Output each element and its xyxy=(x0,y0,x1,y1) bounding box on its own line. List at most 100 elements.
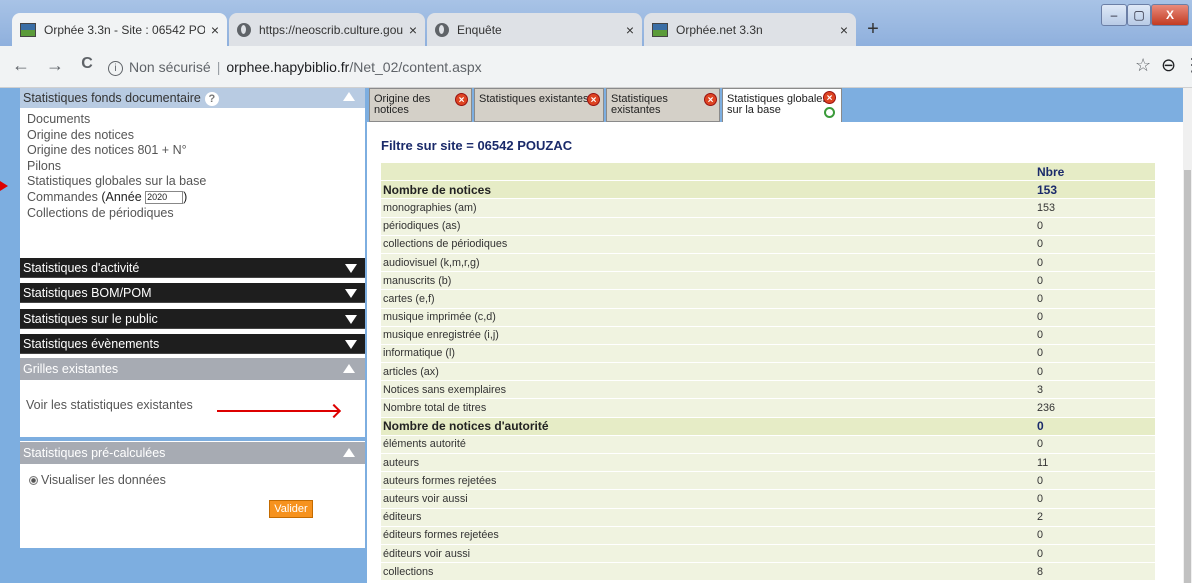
row-label: articles (ax) xyxy=(381,363,1035,381)
back-button[interactable]: ← xyxy=(10,55,32,76)
security-status: Non sécurisé xyxy=(129,59,211,75)
reload-button[interactable]: C xyxy=(76,55,98,73)
browser-tab-strip: Orphée 3.3n - Site : 06542 POUZ × https:… xyxy=(0,0,1192,46)
close-tab-icon[interactable]: × xyxy=(704,93,717,106)
table-header-nbre: Nbre xyxy=(1035,163,1155,181)
table-row: cartes (e,f) 0 xyxy=(381,290,1155,308)
section-grilles-existantes[interactable]: Grilles existantes xyxy=(20,358,365,380)
close-window-button[interactable]: X xyxy=(1151,4,1189,26)
expand-arrow-icon[interactable] xyxy=(345,340,357,349)
link-statistiques-globales[interactable]: Statistiques globales sur la base xyxy=(27,174,365,190)
row-value: 0 xyxy=(1035,235,1155,253)
valider-button[interactable]: Valider xyxy=(269,500,313,518)
row-value: 0 xyxy=(1035,544,1155,563)
row-value: 0 xyxy=(1035,344,1155,363)
result-tab-strip: Origine des notices × Statistiques exist… xyxy=(367,88,1187,122)
minimize-button[interactable]: – xyxy=(1101,4,1127,26)
section-title: Statistiques fonds documentaire xyxy=(23,91,201,105)
close-tab-icon[interactable]: × xyxy=(409,22,417,38)
link-pilons[interactable]: Pilons xyxy=(27,159,365,175)
tab-statistiques-globales[interactable]: Statistiques globales sur la base × xyxy=(722,88,842,122)
row-value: 0 xyxy=(1035,435,1155,453)
link-voir-statistiques[interactable]: Voir les statistiques existantes xyxy=(26,398,193,412)
tab-label: Origine des notices xyxy=(374,93,431,116)
table-row: audiovisuel (k,m,r,g) 0 xyxy=(381,253,1155,272)
close-tab-icon[interactable]: × xyxy=(840,22,848,38)
browser-tab-neoscrib[interactable]: https://neoscrib.culture.gouv.fr/\ × xyxy=(229,13,425,46)
row-value: 2 xyxy=(1035,508,1155,526)
menu-icon[interactable]: ⋮ xyxy=(1183,55,1192,76)
link-origine-notices-801[interactable]: Origine des notices 801 + N° xyxy=(27,143,365,159)
row-value: 0 xyxy=(1035,363,1155,381)
section-statistiques-activite[interactable]: Statistiques d'activité xyxy=(20,258,365,278)
section-title: Grilles existantes xyxy=(23,362,119,376)
bookmark-star-icon[interactable]: ☆ xyxy=(1135,55,1151,76)
section-title: Statistiques pré-calculées xyxy=(23,446,166,460)
row-value: 0 xyxy=(1035,217,1155,235)
help-icon[interactable]: ? xyxy=(204,92,219,106)
link-collections-periodiques[interactable]: Collections de périodiques xyxy=(27,206,365,222)
link-commandes[interactable]: Commandes xyxy=(27,190,101,204)
section-statistiques-evenements[interactable]: Statistiques évènements xyxy=(20,334,365,354)
table-row: éléments autorité 0 xyxy=(381,435,1155,453)
close-tab-icon[interactable]: × xyxy=(587,93,600,106)
row-value: 0 xyxy=(1035,526,1155,544)
tab-origine-notices[interactable]: Origine des notices × xyxy=(369,88,472,122)
table-row: musique enregistrée (i,j) 0 xyxy=(381,326,1155,344)
row-label: collections de périodiques xyxy=(381,235,1035,253)
close-tab-icon[interactable]: × xyxy=(211,22,219,38)
refresh-icon[interactable] xyxy=(824,107,835,118)
year-input[interactable]: 2020 xyxy=(145,191,184,205)
maximize-button[interactable]: ▢ xyxy=(1127,4,1151,26)
section-statistiques-public[interactable]: Statistiques sur le public xyxy=(20,309,365,329)
section-header-fonds[interactable]: Statistiques fonds documentaire? xyxy=(20,88,365,108)
browser-tab-title: Orphée.net 3.3n xyxy=(676,22,763,37)
orphee-favicon-icon xyxy=(652,22,668,37)
row-label: éditeurs voir aussi xyxy=(381,544,1035,563)
row-label: éléments autorité xyxy=(381,435,1035,453)
close-tab-icon[interactable]: × xyxy=(626,22,634,38)
row-label: Notices sans exemplaires xyxy=(381,381,1035,399)
row-label: Nombre de notices xyxy=(381,181,1035,199)
expand-arrow-icon[interactable] xyxy=(345,315,357,324)
close-tab-icon[interactable]: × xyxy=(823,91,836,104)
row-value: 0 xyxy=(1035,272,1155,290)
row-value: 8 xyxy=(1035,563,1155,581)
tab-statistiques-existantes-1[interactable]: Statistiques existantes × xyxy=(474,88,604,122)
row-label: auteurs formes rejetées xyxy=(381,472,1035,490)
scrollbar-thumb[interactable] xyxy=(1184,170,1191,583)
browser-tab-orphee-site[interactable]: Orphée 3.3n - Site : 06542 POUZ × xyxy=(12,13,227,46)
browser-tab-title: Orphée 3.3n - Site : 06542 POUZ xyxy=(44,22,205,37)
row-value: 0 xyxy=(1035,253,1155,272)
expand-arrow-icon[interactable] xyxy=(345,264,357,273)
table-row: musique imprimée (c,d) 0 xyxy=(381,308,1155,326)
radio-label: Visualiser les données xyxy=(41,473,166,487)
link-documents[interactable]: Documents xyxy=(27,112,365,128)
table-row: éditeurs 2 xyxy=(381,508,1155,526)
radio-visualiser-row[interactable]: Visualiser les données xyxy=(29,473,166,487)
account-icon[interactable]: ⊖ xyxy=(1161,55,1176,76)
radio-button[interactable] xyxy=(29,476,38,486)
browser-tab-orphee-net[interactable]: Orphée.net 3.3n × xyxy=(644,13,856,46)
row-value: 153 xyxy=(1035,181,1155,199)
section-statistiques-pre-calculees[interactable]: Statistiques pré-calculées xyxy=(20,442,365,464)
close-tab-icon[interactable]: × xyxy=(455,93,468,106)
address-bar[interactable]: i Non sécurisé | orphee.hapybiblio.fr/Net_0… xyxy=(108,52,1138,82)
collapse-arrow-icon[interactable] xyxy=(343,364,355,373)
expand-arrow-icon[interactable] xyxy=(345,289,357,298)
tab-label-line2: sur la base xyxy=(727,104,781,116)
left-panel-footer xyxy=(20,548,365,583)
collapse-arrow-icon[interactable] xyxy=(343,92,355,101)
table-row: informatique (l) 0 xyxy=(381,344,1155,363)
collapse-arrow-icon[interactable] xyxy=(343,448,355,457)
new-tab-button[interactable]: + xyxy=(861,18,885,42)
table-header-row: Nbre xyxy=(381,163,1155,181)
link-origine-notices[interactable]: Origine des notices xyxy=(27,128,365,144)
row-label: éditeurs formes rejetées xyxy=(381,526,1035,544)
tab-statistiques-existantes-2[interactable]: Statistiques existantes × xyxy=(606,88,720,122)
vertical-scrollbar[interactable] xyxy=(1183,88,1192,583)
section-statistiques-bom-pom[interactable]: Statistiques BOM/POM xyxy=(20,283,365,303)
info-icon[interactable]: i xyxy=(108,60,123,76)
forward-button[interactable]: → xyxy=(44,55,66,76)
browser-tab-enquete[interactable]: Enquête × xyxy=(427,13,642,46)
